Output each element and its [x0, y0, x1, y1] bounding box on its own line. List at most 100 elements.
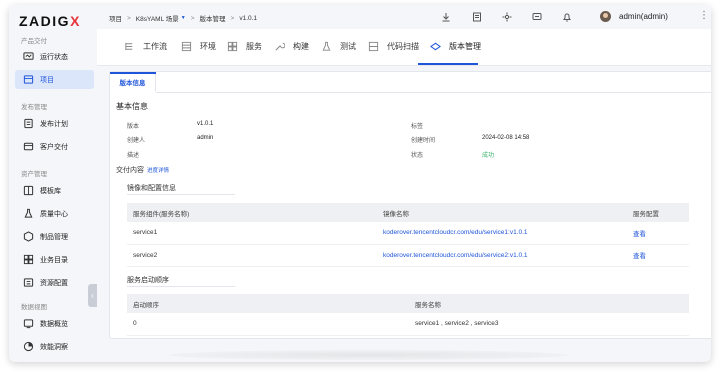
- avatar: [600, 11, 611, 22]
- status-label: 状态: [411, 153, 424, 159]
- sidebar-item-label: 资源配置: [40, 279, 68, 287]
- scan-icon: [368, 41, 379, 52]
- startup-order-title: 服务启动顺序: [127, 277, 169, 284]
- sidebar-item-label: 项目: [40, 76, 54, 84]
- column-header: 服务名称: [409, 294, 689, 313]
- plan-icon: [23, 118, 34, 129]
- description-label: 描述: [127, 153, 140, 159]
- breadcrumb-separator: >: [127, 14, 131, 22]
- tab-version-management[interactable]: 版本管理: [430, 41, 481, 52]
- sidebar-item-project[interactable]: 项目: [15, 70, 94, 89]
- app-window: ZADIGX 产品交付 运行状态 项目 发布管理 发布计划 客户交付 资产管理 …: [9, 5, 711, 362]
- sidebar-item-quality[interactable]: 质量中心: [15, 204, 94, 223]
- sidebar-item-label: 发布计划: [40, 120, 68, 128]
- version-label: 版本: [127, 124, 140, 130]
- sidebar-item-catalog[interactable]: 业务目录: [15, 250, 94, 269]
- startup-order-table: 启动顺序 服务名称 0 service1 , service2 , servic…: [127, 294, 689, 336]
- bell-icon[interactable]: [562, 12, 572, 22]
- project-tabs: 工作流 环境 服务 构建 测试 代码扫描 版本管理: [97, 29, 711, 66]
- view-config-link[interactable]: 查看: [627, 222, 689, 245]
- delivery-icon: [23, 141, 34, 152]
- tab-workflow[interactable]: 工作流: [124, 41, 167, 52]
- images-config-title: 镜像和配置信息: [127, 185, 176, 192]
- sidebar-item-resource[interactable]: 资源配置: [15, 273, 94, 292]
- breadcrumb-version: v1.0.1: [239, 14, 258, 22]
- version-detail-card: 版本信息 基本信息 版本 v1.0.1 标签 创建人 admin 创建时间 20…: [109, 71, 711, 339]
- created-time-value: 2024-02-08 14:58: [482, 135, 530, 141]
- sidebar-item-release-plan[interactable]: 发布计划: [15, 114, 94, 133]
- environment-icon: [181, 41, 192, 52]
- monitor-icon: [23, 51, 34, 62]
- sidebar-group-data: 数据视图: [21, 304, 47, 311]
- service-icon: [227, 41, 238, 52]
- created-time-label: 创建时间: [411, 138, 436, 144]
- catalog-icon: [23, 254, 34, 265]
- sidebar-group-assets: 资产管理: [21, 171, 47, 178]
- sidebar-item-customer-delivery[interactable]: 客户交付: [15, 137, 94, 156]
- table-row: service1 koderover.tencentcloudcr.com/ed…: [127, 222, 689, 245]
- sidebar-item-data-overview[interactable]: 数据概览: [15, 314, 94, 333]
- table-header-row: 启动顺序 服务名称: [127, 294, 689, 313]
- decorative-shadow: [169, 350, 569, 360]
- column-header: 服务配置: [627, 203, 689, 222]
- template-icon: [23, 185, 34, 196]
- breadcrumb-version-mgmt[interactable]: 版本管理: [200, 13, 226, 23]
- table-row: service2 koderover.tencentcloudcr.com/ed…: [127, 244, 689, 267]
- divider: [127, 194, 235, 195]
- table-row: 0 service1 , service2 , service3: [127, 313, 689, 336]
- creator-label: 创建人: [127, 138, 146, 144]
- plugin-icon[interactable]: [502, 12, 512, 22]
- tab-version-info[interactable]: 版本信息: [110, 72, 156, 92]
- chart-icon: [23, 318, 34, 329]
- tab-code-scan[interactable]: 代码扫描: [368, 41, 419, 52]
- message-icon[interactable]: [532, 12, 542, 22]
- sidebar-item-insight[interactable]: 效能洞察: [15, 337, 94, 356]
- divider: [127, 286, 235, 287]
- breadcrumb-project-name[interactable]: K8sYAML 场景: [136, 13, 179, 23]
- sidebar-item-template[interactable]: 模板库: [15, 181, 94, 200]
- service-cell: service2: [127, 244, 377, 267]
- progress-detail-link[interactable]: 进度详情: [147, 168, 169, 174]
- section-basic-info: 基本信息: [116, 102, 148, 111]
- resource-icon: [23, 277, 34, 288]
- table-header-row: 服务组件(服务名称) 镜像名称 服务配置: [127, 203, 689, 222]
- breadcrumb-separator: >: [230, 14, 235, 22]
- sidebar-item-label: 制品管理: [40, 233, 68, 241]
- image-link[interactable]: koderover.tencentcloudcr.com/edu/service…: [377, 222, 627, 245]
- sidebar: ZADIGX 产品交付 运行状态 项目 发布管理 发布计划 客户交付 资产管理 …: [9, 5, 97, 362]
- image-link[interactable]: koderover.tencentcloudcr.com/edu/service…: [377, 244, 627, 267]
- services-cell: service1 , service2 , service3: [409, 313, 689, 336]
- breadcrumb: 项目 > K8sYAML 场景 ▼ > 版本管理 > v1.0.1: [109, 13, 258, 24]
- tab-test[interactable]: 测试: [321, 41, 356, 52]
- column-header: 镜像名称: [377, 203, 627, 222]
- user-menu[interactable]: admin(admin): [600, 11, 668, 22]
- status-badge: 成功: [482, 153, 495, 159]
- build-icon: [274, 41, 285, 52]
- artifact-icon: [23, 231, 34, 242]
- tab-build[interactable]: 构建: [274, 41, 309, 52]
- document-icon[interactable]: [472, 12, 482, 22]
- sidebar-collapse-button[interactable]: ‹: [88, 284, 97, 307]
- sidebar-group-product: 产品交付: [21, 38, 47, 45]
- sidebar-item-label: 效能洞察: [40, 343, 68, 351]
- top-bar: 项目 > K8sYAML 场景 ▼ > 版本管理 > v1.0.1 admin(…: [97, 5, 711, 29]
- service-cell: service1: [127, 222, 377, 245]
- tab-service[interactable]: 服务: [227, 41, 262, 52]
- tab-environment[interactable]: 环境: [181, 41, 216, 52]
- sidebar-item-artifact[interactable]: 制品管理: [15, 227, 94, 246]
- creator-value: admin: [197, 135, 214, 141]
- version-icon: [430, 41, 441, 52]
- logo: ZADIGX: [19, 13, 81, 29]
- download-icon[interactable]: [441, 12, 451, 22]
- column-header: 启动顺序: [127, 294, 409, 313]
- view-config-link[interactable]: 查看: [627, 244, 689, 267]
- chevron-down-icon[interactable]: ▼: [181, 15, 186, 21]
- breadcrumb-projects[interactable]: 项目: [109, 13, 122, 23]
- insight-icon: [23, 341, 34, 352]
- user-name: admin(admin): [619, 12, 668, 21]
- sidebar-item-status[interactable]: 运行状态: [15, 47, 94, 66]
- section-delivery-content: 交付内容 进度详情: [116, 167, 170, 174]
- more-icon[interactable]: ⋮: [699, 11, 709, 21]
- flask-icon: [23, 208, 34, 219]
- project-icon: [23, 74, 34, 85]
